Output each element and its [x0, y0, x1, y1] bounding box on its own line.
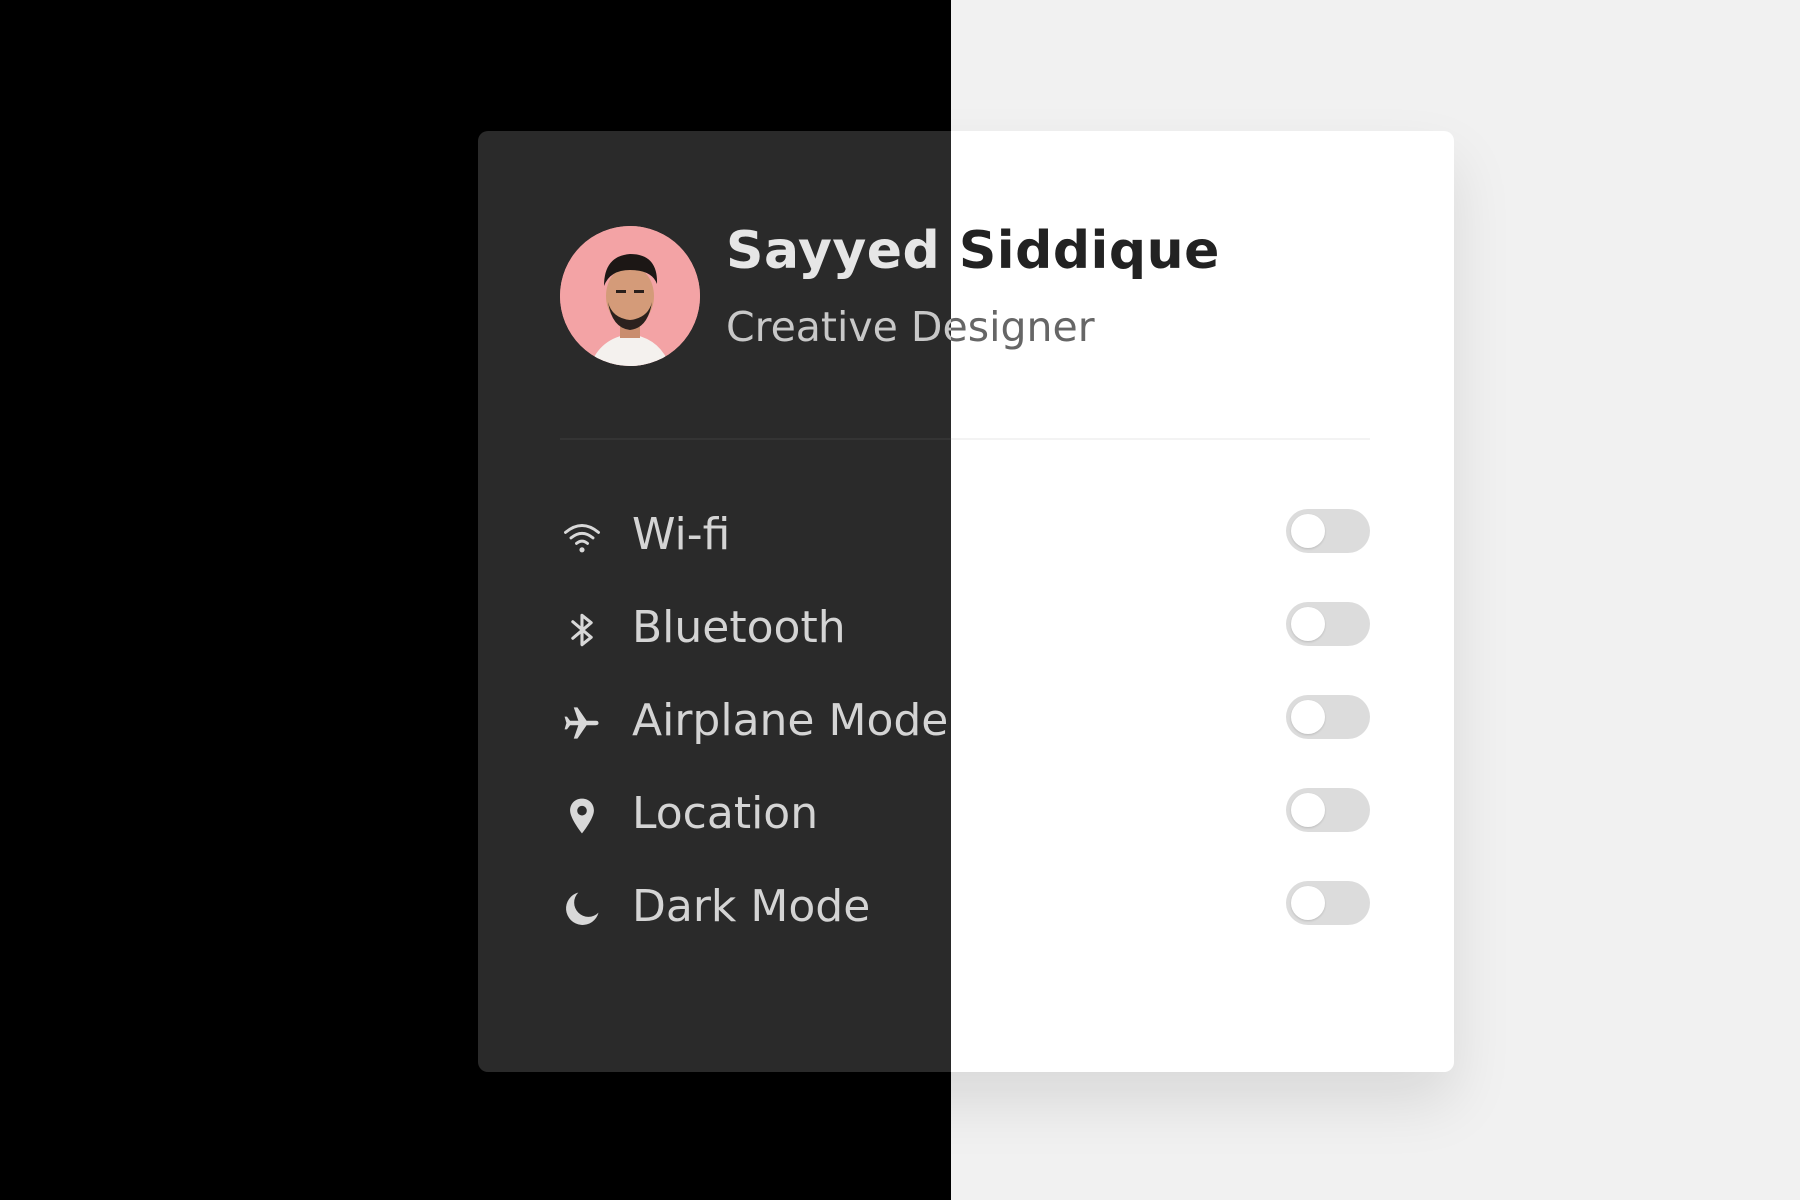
toggle-knob [1291, 700, 1325, 734]
airplane-icon [560, 701, 604, 745]
toggle-knob [1291, 607, 1325, 641]
setting-label-dark-mode: Dark Mode [632, 881, 871, 932]
moon-icon [560, 887, 604, 931]
page: Sayyed Siddique Creative Designer Wi-fi … [0, 0, 1800, 1200]
toggle-knob [1291, 514, 1325, 548]
setting-label-wifi: Wi-fi [632, 509, 731, 560]
location-toggle[interactable] [1286, 788, 1370, 832]
location-pin-icon [560, 794, 604, 838]
profile-settings-card: Sayyed Siddique Creative Designer Wi-fi … [478, 131, 1454, 1072]
wifi-toggle[interactable] [1286, 509, 1370, 553]
setting-label-bluetooth: Bluetooth [632, 602, 846, 653]
toggle-knob [1291, 793, 1325, 827]
setting-label-location: Location [632, 788, 819, 839]
toggle-knob [1291, 886, 1325, 920]
bluetooth-toggle[interactable] [1286, 602, 1370, 646]
wifi-icon [560, 515, 604, 559]
bluetooth-icon [560, 608, 604, 652]
setting-label-airplane: Airplane Mode [632, 695, 949, 746]
airplane-mode-toggle[interactable] [1286, 695, 1370, 739]
dark-mode-toggle[interactable] [1286, 881, 1370, 925]
